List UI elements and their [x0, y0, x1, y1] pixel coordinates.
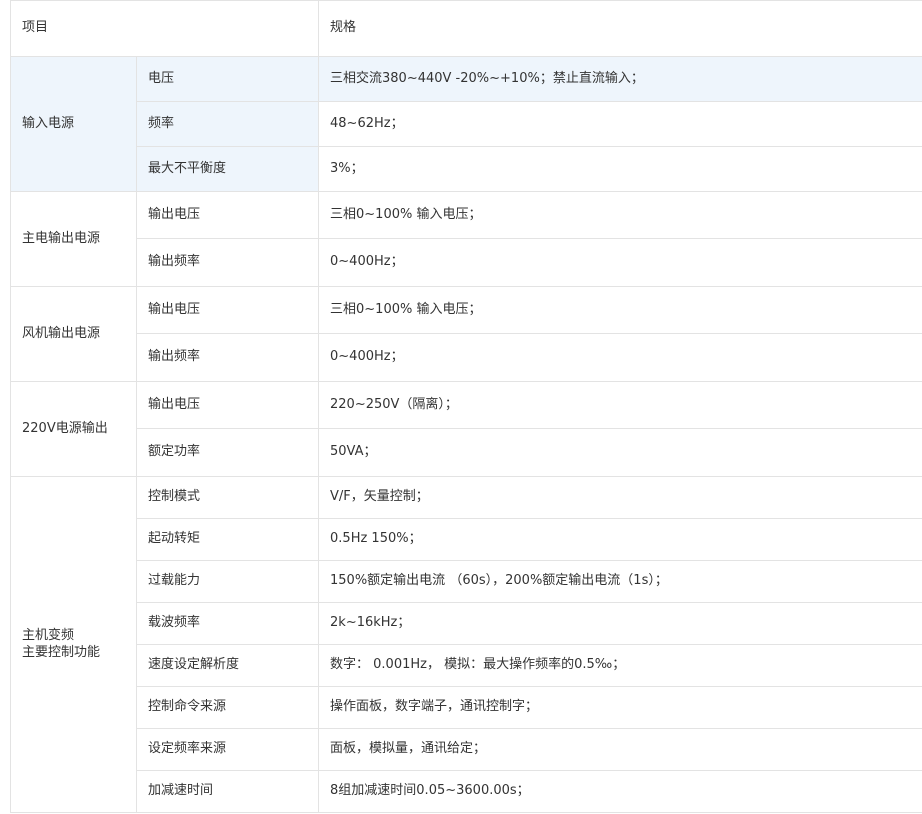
table-row: 载波频率 2k~16kHz；	[11, 602, 922, 645]
header-item-cell: 项目	[9, 0, 320, 57]
table-row: 主电输出电源 输出电压 三相0~100% 输入电压；	[10, 191, 922, 287]
group-name-main-output: 主电输出电源	[10, 191, 137, 287]
param-cell: 输出频率	[135, 333, 320, 382]
param-cell: 控制命令来源	[135, 686, 320, 729]
spec-cell: 220~250V（隔离）；	[318, 381, 922, 429]
param-cell: 速度设定解析度	[135, 644, 320, 687]
spec-cell: 50VA；	[318, 428, 922, 477]
group-name-line: 主要控制功能	[22, 644, 101, 660]
table-row: 额定功率 50VA；	[11, 428, 922, 477]
param-cell: 输出电压	[135, 191, 320, 239]
group-name-fan-output: 风机输出电源	[10, 286, 137, 382]
group-name-line: 主机变频	[22, 627, 75, 643]
spec-cell: 0~400Hz；	[318, 238, 922, 287]
spec-cell: 150%额定输出电流 （60s），200%额定输出电流（1s）；	[318, 560, 922, 603]
spec-cell: V/F，矢量控制；	[318, 476, 922, 519]
param-cell: 起动转矩	[135, 518, 320, 561]
spec-cell: 三相0~100% 输入电压；	[318, 286, 922, 334]
param-cell: 设定频率来源	[135, 728, 320, 771]
spec-cell: 48~62Hz；	[318, 101, 922, 147]
spec-cell: 三相0~100% 输入电压；	[318, 191, 922, 239]
param-cell: 过载能力	[135, 560, 320, 603]
spec-cell: 0~400Hz；	[318, 333, 922, 382]
table-header-row: 项目 规格	[9, 0, 922, 57]
param-cell: 输出电压	[135, 381, 320, 429]
spec-cell: 面板，模拟量，通讯给定；	[318, 728, 922, 771]
group-name-main-inverter: 主机变频 主要控制功能	[10, 476, 137, 813]
table-row: 速度设定解析度 数字： 0.001Hz， 模拟：最大操作频率的0.5‰；	[11, 644, 922, 687]
spec-cell: 8组加减速时间0.05~3600.00s；	[318, 770, 922, 813]
param-cell: 控制模式	[135, 476, 320, 519]
spec-table: 项目 规格 输入电源 电压 三相交流380~440V -20%~+10%；禁止直…	[9, 0, 922, 813]
spec-cell: 2k~16kHz；	[318, 602, 922, 645]
table-row: 设定频率来源 面板，模拟量，通讯给定；	[11, 728, 922, 771]
param-cell: 最大不平衡度	[135, 146, 320, 192]
table-row: 风机输出电源 输出电压 三相0~100% 输入电压；	[10, 286, 922, 382]
table-row: 频率 48~62Hz；	[11, 101, 922, 147]
param-cell: 输出电压	[135, 286, 320, 334]
table-row: 220V电源输出 输出电压 220~250V（隔离）；	[10, 381, 922, 477]
table-row: 主机变频 主要控制功能 控制模式 V/F，矢量控制；	[10, 476, 922, 813]
param-cell: 载波频率	[135, 602, 320, 645]
header-spec-cell: 规格	[318, 0, 922, 57]
table-row: 最大不平衡度 3%；	[11, 146, 922, 192]
table-row: 起动转矩 0.5Hz 150%；	[11, 518, 922, 561]
table-row: 过载能力 150%额定输出电流 （60s），200%额定输出电流（1s）；	[11, 560, 922, 603]
spec-cell: 三相交流380~440V -20%~+10%；禁止直流输入；	[318, 56, 922, 102]
spec-cell: 0.5Hz 150%；	[318, 518, 922, 561]
group-name-input-power: 输入电源	[10, 56, 137, 192]
param-cell: 输出频率	[135, 238, 320, 287]
param-cell: 电压	[135, 56, 320, 102]
table-row: 输出频率 0~400Hz；	[11, 238, 922, 287]
spec-cell: 数字： 0.001Hz， 模拟：最大操作频率的0.5‰；	[318, 644, 922, 687]
spec-cell: 操作面板，数字端子，通讯控制字；	[318, 686, 922, 729]
param-cell: 加减速时间	[135, 770, 320, 813]
group-name-220v-output: 220V电源输出	[10, 381, 137, 477]
param-cell: 额定功率	[135, 428, 320, 477]
table-row: 控制命令来源 操作面板，数字端子，通讯控制字；	[11, 686, 922, 729]
table-row: 输入电源 电压 三相交流380~440V -20%~+10%；禁止直流输入；	[10, 56, 922, 192]
param-cell: 频率	[135, 101, 320, 147]
table-row: 加减速时间 8组加减速时间0.05~3600.00s；	[11, 770, 922, 813]
table-row: 输出频率 0~400Hz；	[11, 333, 922, 382]
spec-cell: 3%；	[318, 146, 922, 192]
